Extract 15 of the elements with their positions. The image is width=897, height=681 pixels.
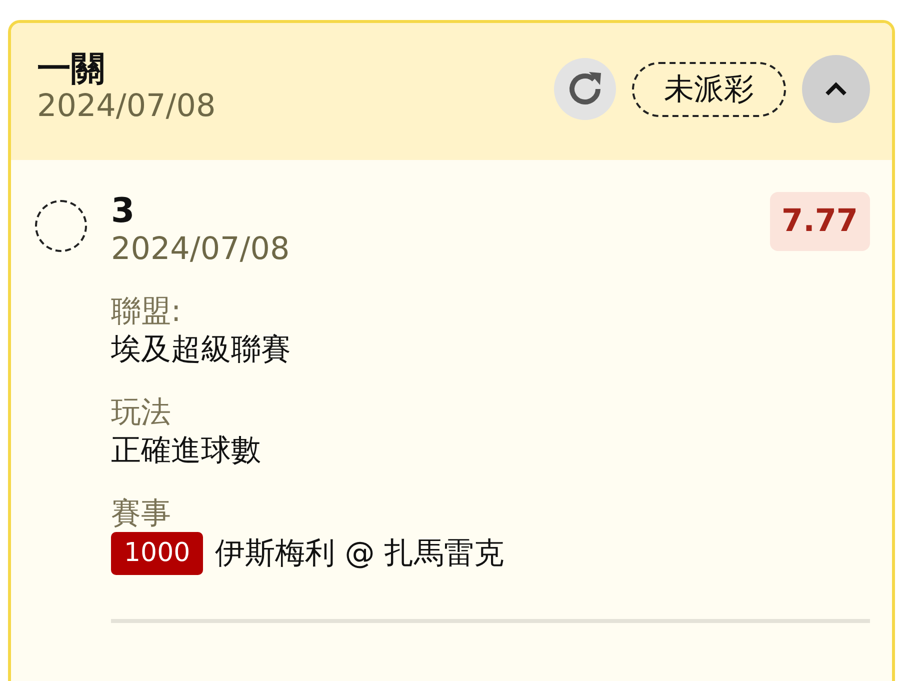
detail-label: 賽事	[111, 496, 172, 532]
selection-title: 3	[111, 192, 136, 232]
match-number: 1000	[111, 532, 204, 576]
status-label: 未派彩	[632, 62, 786, 116]
detail-value: 伊斯梅利 @ 扎馬雷克	[215, 535, 504, 574]
odds-label: 7.77	[770, 192, 870, 250]
detail-label: 玩法	[111, 395, 172, 432]
detail-label: 聯盟:	[111, 294, 182, 330]
card-title: 一關	[37, 51, 106, 88]
selection-circle[interactable]	[35, 200, 87, 252]
card-date: 2024/07/08	[37, 88, 216, 126]
chevron-up-icon	[824, 81, 848, 97]
detail-value: 正確進球數	[111, 432, 262, 470]
selection-date: 2024/07/08	[111, 231, 290, 268]
detail-value: 埃及超級聯賽	[111, 331, 292, 370]
